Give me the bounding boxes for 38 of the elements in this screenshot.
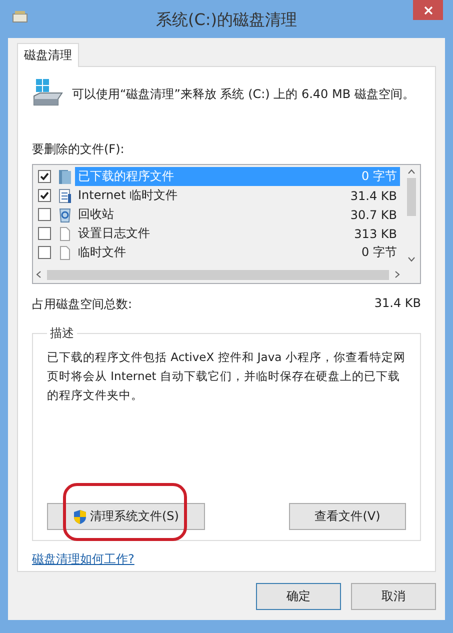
disk-cleanup-icon [12,10,28,24]
shield-icon [73,508,87,524]
scroll-down-icon [408,257,415,262]
file-item[interactable]: 设置日志文件 313 KB [75,224,400,243]
window-title: 系统(C:)的磁盘清理 [154,8,298,30]
description-text: 已下载的程序文件包括 ActiveX 控件和 Java 小程序，你查看特定网页时将会从 Internet 自动下载它们，并临时保存在硬盘上的已下载的程序文件夹中。 [47,349,406,404]
ok-button[interactable]: 确定 [256,582,341,610]
scroll-up-icon [408,169,415,174]
scroll-right-icon [395,271,400,278]
blank-page-icon [58,226,72,242]
cancel-button[interactable]: 取消 [351,582,436,610]
help-link[interactable]: 磁盘清理如何工作? [32,551,134,568]
action-button[interactable]: 查看文件(V) [289,503,406,530]
files-label: 要删除的文件(F): [32,141,126,158]
checkbox[interactable] [38,227,51,240]
scroll-left-icon [36,271,41,278]
file-item[interactable]: 回收站 30.7 KB [75,205,400,224]
recycle-bin-icon [58,206,72,222]
checkbox[interactable] [38,246,51,259]
checkmark-icon [40,172,49,181]
file-item[interactable]: Internet 临时文件 31.4 KB [75,186,400,205]
checkbox[interactable] [38,208,51,221]
scrollbar-thumb[interactable] [407,178,416,216]
folder-icon [58,168,72,184]
total-label: 占用磁盘空间总数: [32,296,132,313]
action-button[interactable]: 清理系统文件(S) [47,503,205,530]
checkbox[interactable] [38,170,51,183]
file-item[interactable]: 临时文件 0 字节 [75,243,400,262]
close-icon [424,6,432,14]
group-legend: 描述 [47,325,77,342]
tab[interactable]: 磁盘清理 [17,43,79,67]
checkmark-icon [40,191,49,200]
space-message: 可以使用“磁盘清理”来释放 系统 (C:) 上的 6.40 MB 磁盘空间。 [72,86,414,102]
blank-page-icon [58,244,72,260]
checkbox[interactable] [38,189,51,202]
document-icon [58,188,72,204]
close-button[interactable] [413,0,443,20]
total-value: 31.4 KB [374,296,421,312]
